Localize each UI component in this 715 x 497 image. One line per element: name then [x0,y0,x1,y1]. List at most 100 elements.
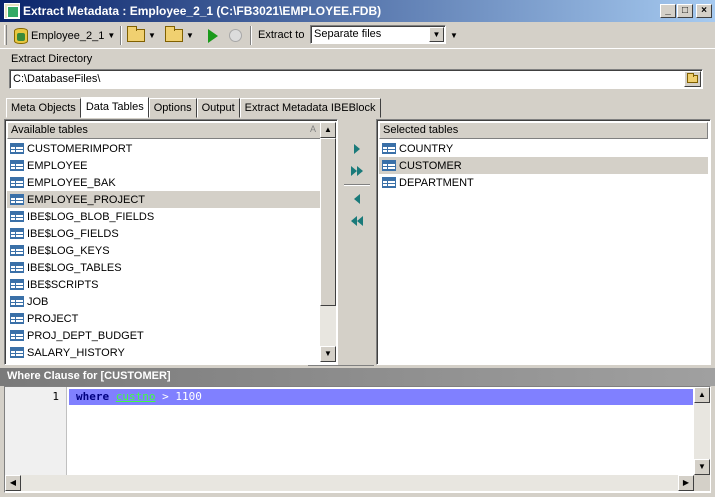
chevron-down-icon: ▼ [186,31,194,40]
table-row[interactable]: IBE$LOG_FIELDS [7,225,321,242]
scroll-down-button[interactable]: ▼ [694,459,710,475]
database-icon [14,27,28,44]
sort-icon: A [309,124,316,134]
table-icon [10,279,24,290]
table-row[interactable]: EMPLOYEE [7,157,321,174]
chevron-down-icon: ▼ [148,31,156,40]
table-icon [10,143,24,154]
extract-to-label: Extract to [258,29,305,41]
scroll-left-button[interactable]: ◀ [5,475,21,491]
extract-to-select[interactable]: Separate files ▼ [310,25,446,44]
folder-open-icon [127,26,145,42]
tab-output[interactable]: Output [196,98,240,118]
stop-button[interactable] [229,25,242,46]
table-icon [382,177,396,188]
scroll-down-button[interactable]: ▼ [320,346,336,362]
extract-directory-value: C:\DatabaseFiles\ [13,73,101,85]
close-button[interactable]: × [696,4,712,18]
tab-strip: Meta Objects Data Tables Options Output … [6,97,381,118]
table-name: EMPLOYEE [27,159,88,172]
minimize-button[interactable]: _ [660,4,676,18]
tab-data-tables[interactable]: Data Tables [80,97,149,118]
scroll-right-button[interactable]: ▶ [678,475,694,491]
table-row[interactable]: IBE$LOG_BLOB_FIELDS [7,208,321,225]
line-number-gutter: 1 [5,387,67,475]
table-row[interactable]: CUSTOMERIMPORT [7,140,321,157]
table-icon [10,313,24,324]
available-tables-scrollbar[interactable]: ▲ ▼ [320,122,336,362]
stop-icon [229,29,242,42]
table-name: IBE$LOG_TABLES [27,261,122,274]
table-name: IBE$LOG_BLOB_FIELDS [27,210,155,223]
table-name: PROJECT [27,312,79,325]
transfer-buttons [340,120,374,364]
tab-meta-objects[interactable]: Meta Objects [6,98,81,118]
scroll-up-button[interactable]: ▲ [320,122,336,138]
extract-directory-label: Extract Directory [11,53,93,65]
chevron-down-icon[interactable]: ▼ [429,27,444,42]
scroll-thumb[interactable] [320,138,336,306]
scroll-up-button[interactable]: ▲ [694,387,710,403]
toolbar-overflow-chevron[interactable]: ▼ [450,31,458,40]
run-button[interactable] [208,25,218,46]
editor-horizontal-scrollbar[interactable]: ◀ ▶ [5,475,694,491]
move-all-left-button[interactable] [348,212,366,230]
toolbar-separator [120,26,122,45]
move-all-right-button[interactable] [348,162,366,180]
move-left-button[interactable] [348,190,366,208]
table-name: IBE$SCRIPTS [27,278,99,291]
extract-directory-input[interactable]: C:\DatabaseFiles\ [9,69,703,89]
table-row[interactable]: PROJECT [7,310,321,327]
table-row[interactable]: PROJ_DEPT_BUDGET [7,327,321,344]
window-title: Extract Metadata : Employee_2_1 (C:\FB30… [23,4,382,18]
database-name: Employee_2_1 [31,29,105,42]
double-arrow-right-icon-part [357,166,363,176]
available-tables-header[interactable]: Available tables A [7,122,321,139]
table-name: CUSTOMERIMPORT [27,142,133,155]
table-name: JOB [27,295,49,308]
table-row[interactable]: JOB [7,293,321,310]
table-row[interactable]: IBE$SCRIPTS [7,276,321,293]
tab-options[interactable]: Options [148,98,197,118]
maximize-button[interactable]: □ [677,4,693,18]
table-icon [10,194,24,205]
save-settings-button[interactable]: ▼ [165,25,194,46]
table-row[interactable]: EMPLOYEE_PROJECT [7,191,321,208]
arrow-right-icon [354,144,360,154]
where-clause-editor[interactable]: 1 where custno > 1100 ▲ ▼ ◀ ▶ [4,386,711,493]
code-line[interactable]: where custno > 1100 [69,389,693,405]
table-icon [10,160,24,171]
table-row[interactable]: IBE$LOG_KEYS [7,242,321,259]
table-name: EMPLOYEE_PROJECT [27,193,145,206]
tab-extract-metadata-ibeblock[interactable]: Extract Metadata IBEBlock [239,98,381,118]
chevron-down-icon: ▼ [107,31,116,40]
folder-save-icon [165,26,183,42]
table-row[interactable]: COUNTRY [379,140,708,157]
sql-identifier[interactable]: custno [116,390,156,403]
selected-tables-header[interactable]: Selected tables [379,122,708,139]
table-row[interactable]: DEPARTMENT [379,174,708,191]
table-icon [10,211,24,222]
arrow-left-icon [354,194,360,204]
table-row[interactable]: EMPLOYEE_BAK [7,174,321,191]
app-icon [4,3,20,19]
toolbar-grip[interactable] [4,25,7,45]
table-row[interactable]: SALARY_HISTORY [7,344,321,361]
browse-folder-button[interactable] [684,71,701,87]
available-tables-list[interactable]: Available tables A CUSTOMERIMPORT EMPLOYE… [4,119,338,365]
table-row[interactable]: CUSTOMER [379,157,708,174]
selected-tables-list[interactable]: Selected tables COUNTRY CUSTOMER DEPARTMEN… [376,119,711,365]
table-icon [10,347,24,358]
extract-to-value: Separate files [314,28,382,40]
folder-open-icon [687,73,698,83]
line-number: 1 [52,390,59,403]
database-selector-button[interactable]: Employee_2_1 ▼ [14,25,115,46]
title-bar: Extract Metadata : Employee_2_1 (C:\FB30… [0,0,715,22]
table-row[interactable]: IBE$LOG_TABLES [7,259,321,276]
table-name: PROJ_DEPT_BUDGET [27,329,144,342]
table-name: EMPLOYEE_BAK [27,176,116,189]
editor-vertical-scrollbar[interactable]: ▲ ▼ [694,387,710,475]
move-right-button[interactable] [348,140,366,158]
load-settings-button[interactable]: ▼ [127,25,156,46]
table-name: CUSTOMER [399,159,462,172]
